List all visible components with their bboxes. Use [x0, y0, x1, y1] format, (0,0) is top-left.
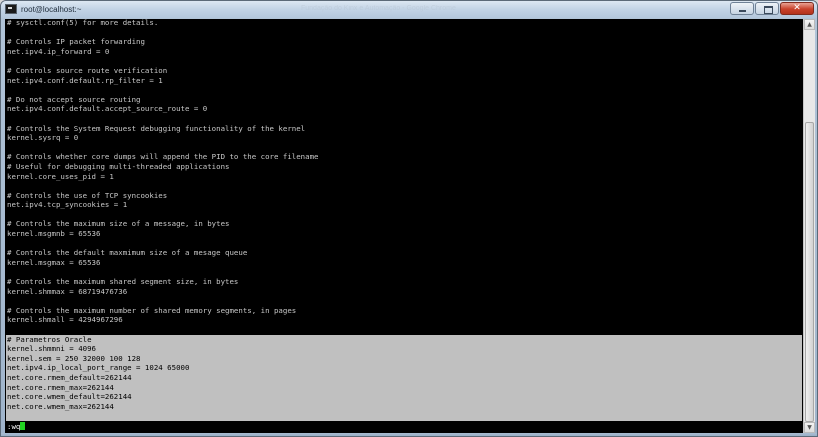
terminal-line: kernel.sem = 250 32000 100 128	[6, 353, 802, 364]
scroll-up-arrow-icon[interactable]: ▲	[804, 19, 815, 30]
terminal-line: net.ipv4.conf.default.accept_source_rout…	[7, 104, 208, 114]
scrollbar-thumb[interactable]	[805, 122, 814, 422]
minimize-icon	[739, 10, 746, 12]
terminal-line: kernel.shmmax = 68719476736	[7, 286, 128, 296]
window-title: root@localhost:~	[21, 5, 82, 14]
terminal-line: kernel.msgmax = 65536	[7, 257, 101, 267]
text-cursor	[20, 422, 26, 430]
terminal-line: # Do not accept source routing	[7, 94, 141, 104]
terminal-line: kernel.shmall = 4294967296	[7, 315, 123, 325]
terminal-line	[6, 411, 802, 421]
terminal-line: # sysctl.conf(5) for more details.	[7, 19, 159, 27]
terminal-line: # Controls the maximum number of shared …	[7, 305, 297, 315]
vi-command-line[interactable]: :wq	[7, 422, 26, 432]
maximize-button[interactable]	[755, 2, 779, 15]
terminal-line: net.ipv4.conf.default.rp_filter = 1	[7, 75, 163, 85]
terminal-line: # Controls IP packet forwarding	[7, 37, 145, 47]
terminal-line: net.core.rmem_default=262144	[6, 372, 802, 383]
terminal-line: net.core.wmem_default=262144	[6, 392, 802, 402]
vertical-scrollbar[interactable]: ▲ ▼	[803, 19, 815, 433]
title-bar[interactable]: root@localhost:~ Fundação do Kinx e Auto…	[1, 1, 817, 18]
terminal-line: # Useful for debugging multi-threaded ap…	[7, 161, 230, 171]
terminal-line: # Parametros Oracle	[6, 334, 802, 345]
terminal-window: root@localhost:~ Fundação do Kinx e Auto…	[0, 0, 818, 437]
terminal-line: net.core.wmem_max=262144	[6, 401, 802, 412]
terminal-line: net.core.rmem_max=262144	[6, 382, 802, 393]
terminal-line: kernel.sysrq = 0	[7, 133, 79, 143]
terminal-line: # Controls the maximum size of a message…	[7, 219, 230, 229]
terminal-line: net.ipv4.ip_local_port_range = 1024 6500…	[6, 363, 802, 373]
terminal-line: kernel.msgmnb = 65536	[7, 229, 101, 239]
terminal-line: net.ipv4.ip_forward = 0	[7, 46, 110, 56]
terminal-line: # Controls whether core dumps will appen…	[7, 152, 319, 162]
maximize-icon	[764, 6, 773, 14]
terminal-line: # Controls the maximum shared segment si…	[7, 277, 239, 287]
scroll-down-arrow-icon[interactable]: ▼	[804, 422, 815, 433]
terminal-line: # Controls source route verification	[7, 65, 168, 75]
close-icon: ✕	[793, 3, 801, 13]
terminal-line: # Controls the System Request debugging …	[7, 123, 306, 133]
minimize-button[interactable]	[730, 2, 754, 15]
command-text: :wq	[7, 422, 21, 431]
terminal-app-icon	[5, 4, 17, 14]
background-window-caption: Fundação do Kinx e Automação - Google Ch…	[301, 5, 456, 12]
terminal-lines: # sysctl.conf(5) for more details. # Cont…	[6, 19, 802, 421]
close-button[interactable]: ✕	[780, 2, 814, 15]
terminal-line: kernel.core_uses_pid = 1	[7, 171, 114, 181]
terminal-line: kernel.shmmni = 4096	[6, 344, 802, 354]
window-bottom-frame	[1, 433, 817, 436]
window-controls: ✕	[730, 2, 814, 16]
terminal-line: # Controls the default maxmimum size of …	[7, 248, 248, 258]
terminal-screen[interactable]: # sysctl.conf(5) for more details. # Cont…	[5, 19, 803, 433]
terminal-line: net.ipv4.tcp_syncookies = 1	[7, 200, 128, 210]
terminal-line: # Controls the use of TCP syncookies	[7, 190, 168, 200]
